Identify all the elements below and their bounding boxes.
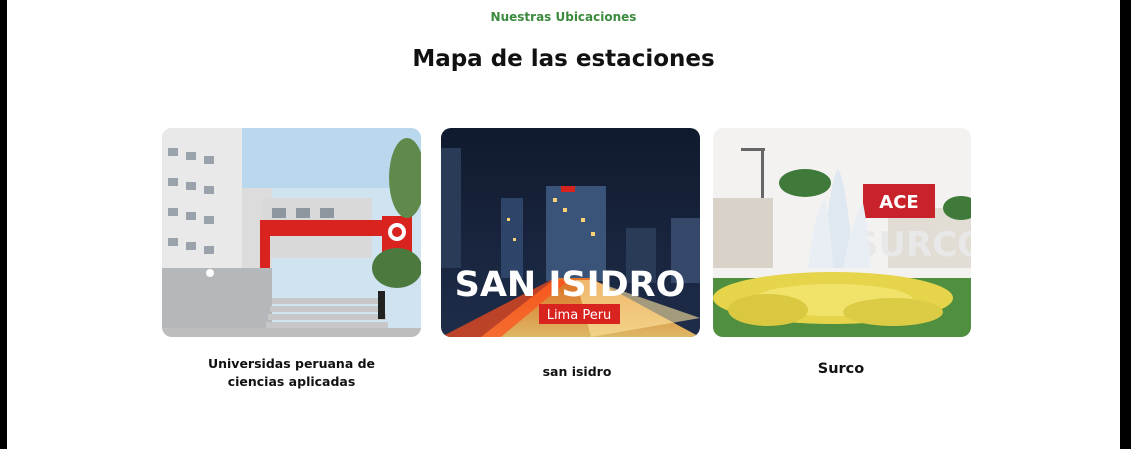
caption-surco: Surco	[817, 361, 865, 377]
caption-san-isidro: san isidro	[542, 364, 612, 379]
upc-campus-image[interactable]	[162, 128, 421, 337]
san-isidro-image[interactable]: SAN ISIDRO Lima Peru	[441, 128, 700, 337]
surco-image[interactable]: ACE SURCO	[713, 128, 971, 337]
caption-upc: Universidas peruana de ciencias aplicada…	[207, 356, 376, 389]
san-isidro-overlay-subtitle: Lima Peru	[547, 308, 612, 323]
svg-text:ACE: ACE	[879, 192, 918, 213]
san-isidro-overlay-title: SAN ISIDRO	[455, 265, 686, 305]
surco-sign-text: SURCO	[854, 225, 971, 265]
section-eyebrow: Nuestras Ubicaciones	[490, 10, 637, 24]
section-title: Mapa de las estaciones	[412, 46, 715, 72]
locations-section: Nuestras Ubicaciones Mapa de las estacio…	[7, 0, 1120, 449]
